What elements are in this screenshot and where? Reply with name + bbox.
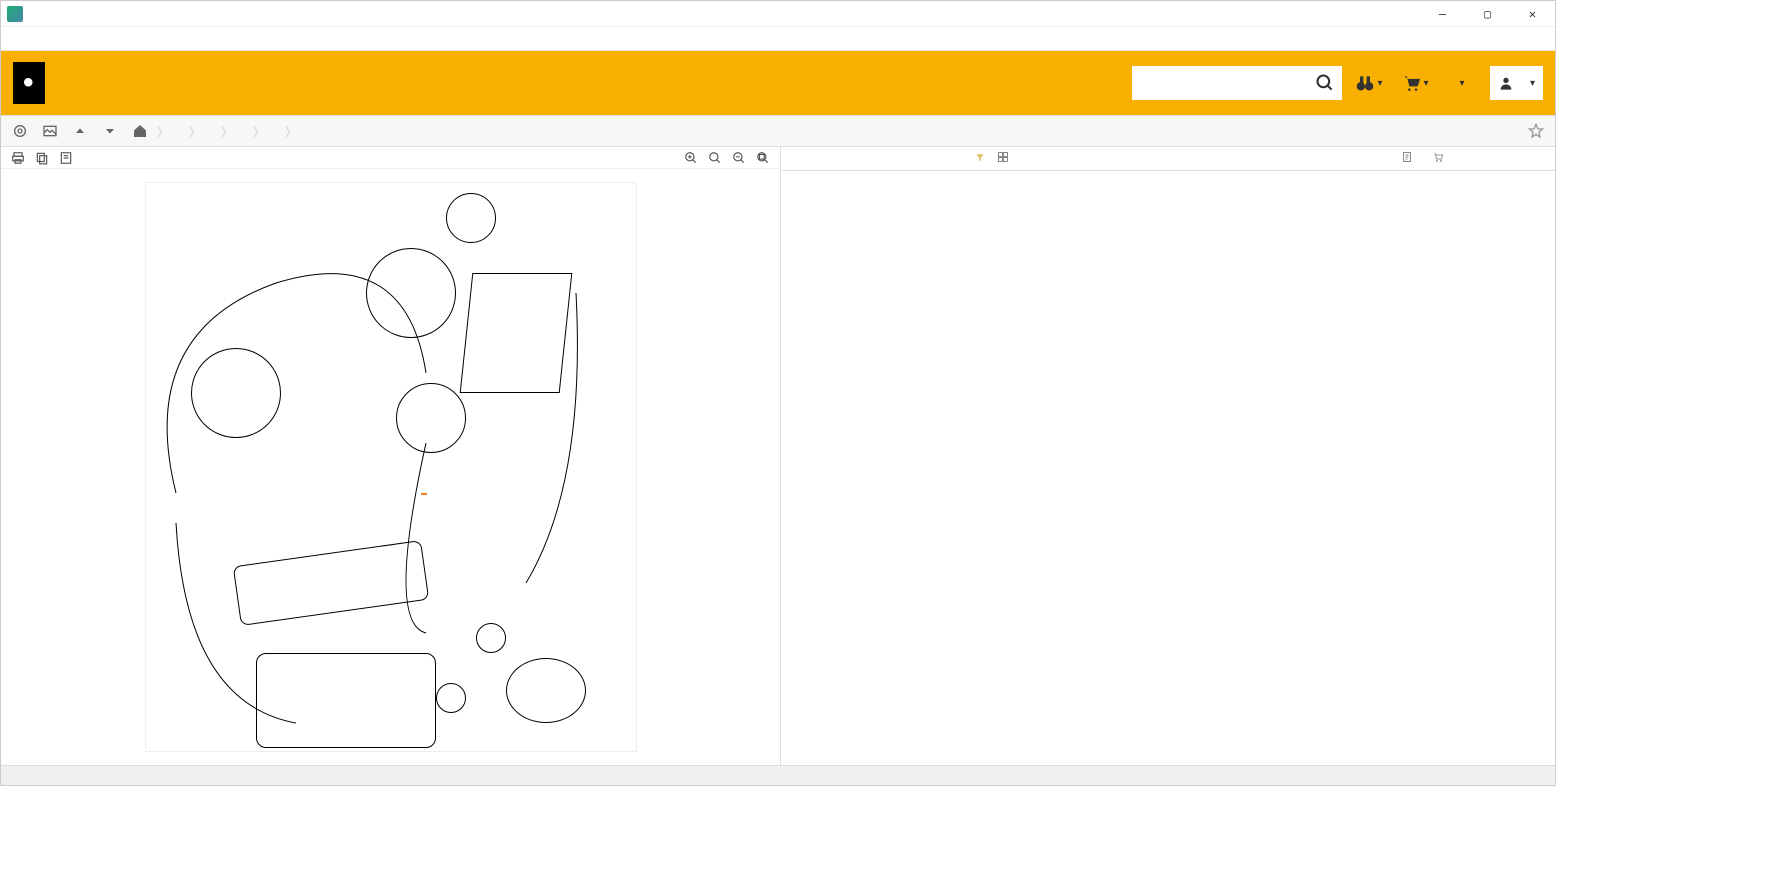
binoculars-icon	[1355, 73, 1375, 93]
close-button[interactable]: ✕	[1510, 1, 1555, 27]
nav-down-button[interactable]	[97, 118, 123, 144]
target-icon	[12, 123, 28, 139]
menu-bar	[1, 27, 1555, 51]
user-menu[interactable]: ▾	[1490, 66, 1543, 100]
cart-icon	[1401, 73, 1421, 93]
zoom-in-button[interactable]	[682, 149, 700, 167]
chevron-up-icon	[72, 123, 88, 139]
search-input[interactable]	[1132, 66, 1308, 100]
filter-icon	[975, 151, 985, 166]
parts-table	[781, 147, 1555, 171]
home-icon	[132, 123, 148, 139]
diagram-viewport[interactable]	[1, 169, 780, 765]
user-icon	[1498, 75, 1514, 91]
nav-bar: 〉 〉 〉 〉 〉	[1, 115, 1555, 147]
picture-icon	[42, 123, 58, 139]
home-button[interactable]	[127, 118, 153, 144]
jcb-logo: •	[13, 62, 45, 104]
picture-button[interactable]	[37, 118, 63, 144]
cart-button[interactable]: ▾	[1396, 64, 1434, 102]
col-changeno[interactable]	[1021, 147, 1101, 171]
export-button[interactable]	[57, 149, 75, 167]
copy-button[interactable]	[33, 149, 51, 167]
app-icon	[7, 6, 23, 22]
maximize-button[interactable]: ▢	[1465, 1, 1510, 27]
minimize-button[interactable]: —	[1420, 1, 1465, 27]
nav-up-button[interactable]	[67, 118, 93, 144]
content-area	[1, 147, 1555, 765]
parts-pane	[781, 147, 1555, 765]
attach-header-icon	[1401, 151, 1413, 163]
cart-header-icon	[1431, 151, 1445, 163]
note-header-icon	[997, 151, 1009, 163]
diagram-highlight-ref	[421, 493, 427, 495]
zoom-out-icon	[732, 151, 746, 165]
print-icon	[11, 151, 25, 165]
col-ref[interactable]	[781, 147, 831, 171]
col-usage[interactable]	[1465, 147, 1555, 171]
zoom-reset-button[interactable]	[706, 149, 724, 167]
zoom-fit-icon	[756, 151, 770, 165]
export-icon	[59, 151, 73, 165]
target-button[interactable]	[7, 118, 33, 144]
col-desc[interactable]	[1101, 147, 1345, 171]
zoom-in-icon	[684, 151, 698, 165]
help-button[interactable]: ▾	[1442, 64, 1480, 102]
binoculars-button[interactable]: ▾	[1350, 64, 1388, 102]
status-bar	[1, 765, 1555, 785]
doc-toolbar	[1, 147, 780, 169]
diagram-image	[145, 182, 637, 752]
col-note[interactable]	[991, 147, 1021, 171]
col-cart[interactable]	[1425, 147, 1465, 171]
brand-bar: • ▾ ▾ ▾ ▾	[1, 51, 1555, 115]
title-bar: — ▢ ✕	[1, 1, 1555, 27]
diagram-pane	[1, 147, 781, 765]
zoom-out-button[interactable]	[730, 149, 748, 167]
copy-icon	[35, 151, 49, 165]
search-button[interactable]	[1308, 66, 1342, 100]
chevron-down-icon	[102, 123, 118, 139]
zoom-fit-button[interactable]	[754, 149, 772, 167]
col-attach[interactable]	[1395, 147, 1425, 171]
col-qty[interactable]	[1345, 147, 1395, 171]
zoom-reset-icon	[708, 151, 722, 165]
magnify-icon	[1315, 73, 1335, 93]
star-icon	[1528, 123, 1544, 139]
favorite-button[interactable]	[1523, 118, 1549, 144]
col-partno[interactable]	[831, 147, 991, 171]
print-button[interactable]	[9, 149, 27, 167]
